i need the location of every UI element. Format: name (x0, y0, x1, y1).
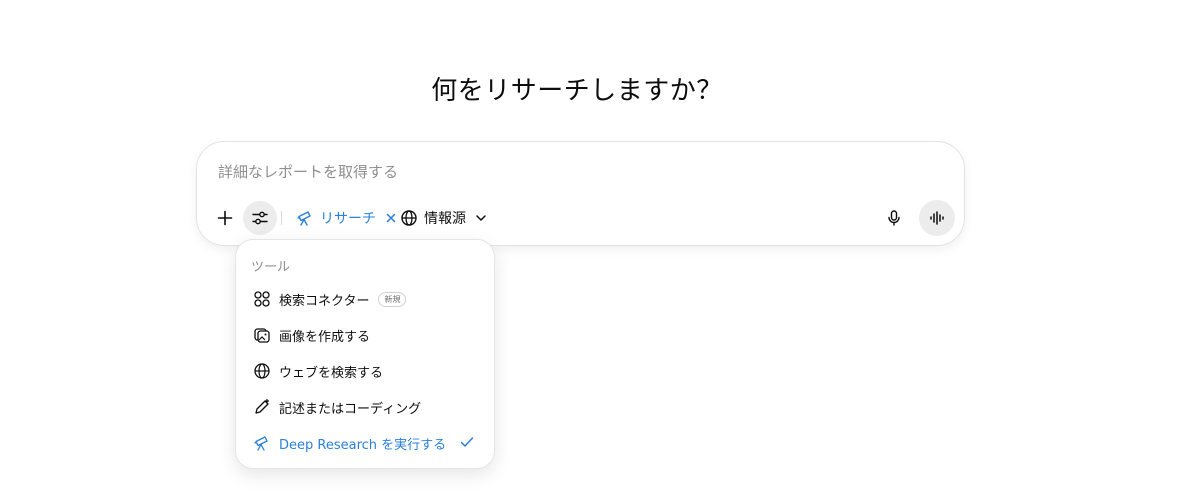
tools-menu: ツール 検索コネクター 新規 画像を作成する ウェブを検索する 記述またはコーデ… (235, 239, 495, 469)
sliders-icon (252, 211, 268, 225)
menu-item-create-image[interactable]: 画像を作成する (244, 318, 486, 352)
research-pill[interactable]: リサーチ (296, 201, 397, 235)
menu-item-web-search[interactable]: ウェブを検索する (244, 354, 486, 388)
menu-item-deep-research[interactable]: Deep Research を実行する (244, 426, 486, 460)
menu-item-label: 記述またはコーディング (279, 401, 422, 417)
globe-icon (401, 210, 417, 226)
microphone-icon (888, 210, 900, 226)
waveform-icon (930, 211, 944, 225)
page-title: 何をリサーチしますか？ (431, 76, 723, 106)
prompt-input[interactable]: 詳細なレポートを取得する (218, 161, 398, 182)
pen-icon (252, 397, 272, 417)
tools-button[interactable] (243, 201, 277, 235)
checkmark-icon (460, 437, 474, 447)
image-icon (252, 325, 272, 345)
new-badge: 新規 (378, 291, 407, 307)
sources-label: 情報源 (424, 211, 466, 227)
menu-item-connectors[interactable]: 検索コネクター 新規 (244, 282, 486, 316)
voice-mode-button[interactable] (919, 200, 955, 236)
chevron-down-icon (476, 215, 486, 221)
menu-item-label: ウェブを検索する (279, 365, 384, 381)
microphone-button[interactable] (877, 201, 911, 235)
research-pill-label: リサーチ (320, 211, 376, 227)
connector-icon (252, 289, 272, 309)
menu-item-write-code[interactable]: 記述またはコーディング (244, 390, 486, 424)
menu-item-label: 検索コネクター (279, 293, 370, 309)
toolbar-divider (281, 211, 282, 225)
menu-header: ツール (251, 260, 291, 275)
add-button[interactable] (208, 201, 242, 235)
telescope-icon (252, 433, 272, 453)
composer: 詳細なレポートを取得する リサーチ 情報源 (196, 141, 965, 246)
globe-icon (252, 361, 272, 381)
plus-icon (217, 210, 233, 226)
close-icon[interactable] (385, 212, 397, 224)
menu-item-label: 画像を作成する (279, 329, 371, 345)
telescope-icon (297, 211, 311, 226)
menu-item-label: Deep Research を実行する (279, 437, 447, 453)
sources-dropdown[interactable]: 情報源 (400, 201, 488, 235)
